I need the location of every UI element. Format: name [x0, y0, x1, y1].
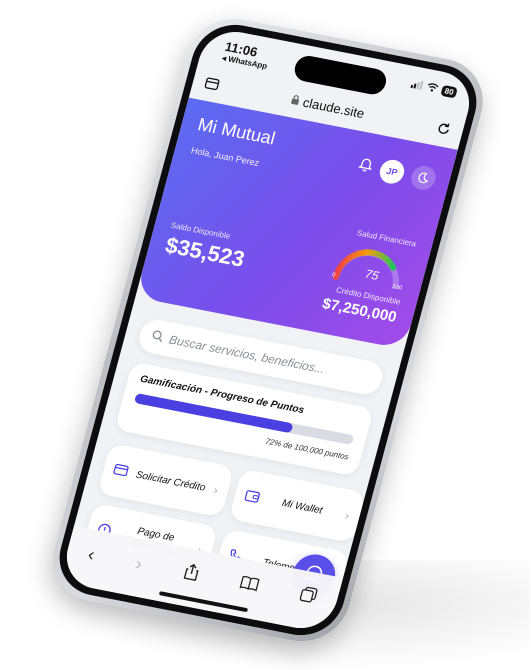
tabs-overview-icon[interactable] — [297, 585, 318, 608]
lock-icon — [290, 92, 302, 108]
search-placeholder: Buscar servicios, beneficios... — [167, 332, 327, 377]
phone-screen: 11:06 ◂ WhatsApp 80 claude.site Mi Mutua… — [59, 25, 477, 635]
solicitar-credito-button[interactable]: Solicitar Crédito › — [97, 443, 235, 518]
status-indicators: 80 — [410, 79, 458, 99]
greeting: Hola, Juan Perez — [189, 145, 261, 169]
home-indicator — [158, 591, 249, 613]
avatar[interactable]: JP — [377, 157, 407, 186]
moon-icon[interactable] — [408, 163, 439, 192]
chevron-right-icon: › — [212, 482, 220, 498]
header-actions: JP — [356, 154, 439, 192]
wifi-icon — [426, 82, 440, 95]
search-icon — [150, 329, 166, 346]
phone-mockup: 11:06 ◂ WhatsApp 80 claude.site Mi Mutua… — [0, 0, 531, 666]
url-display[interactable]: claude.site — [290, 92, 367, 121]
phone-body: 11:06 ◂ WhatsApp 80 claude.site Mi Mutua… — [42, 10, 494, 650]
tabs-icon[interactable] — [201, 73, 223, 94]
share-icon[interactable] — [180, 561, 202, 586]
chevron-right-icon: › — [343, 508, 352, 523]
signal-icon — [410, 79, 425, 92]
saldo-value: $35,523 — [162, 232, 248, 272]
action-label: Mi Wallet — [280, 497, 324, 517]
battery-indicator: 80 — [440, 84, 458, 99]
url-text: claude.site — [301, 94, 367, 121]
forward-button[interactable]: › — [133, 553, 144, 574]
action-label: Solicitar Crédito — [134, 469, 207, 494]
back-button[interactable]: ‹ — [86, 544, 97, 565]
wallet-icon — [243, 488, 261, 505]
reload-icon[interactable] — [433, 118, 455, 139]
bell-icon[interactable] — [356, 156, 375, 178]
bookmarks-icon[interactable] — [238, 574, 261, 596]
app-title: Mi Mutual — [195, 114, 278, 149]
mi-wallet-button[interactable]: Mi Wallet › — [228, 468, 366, 544]
card-icon — [112, 463, 129, 479]
phone-bezel: 11:06 ◂ WhatsApp 80 claude.site Mi Mutua… — [50, 17, 486, 643]
